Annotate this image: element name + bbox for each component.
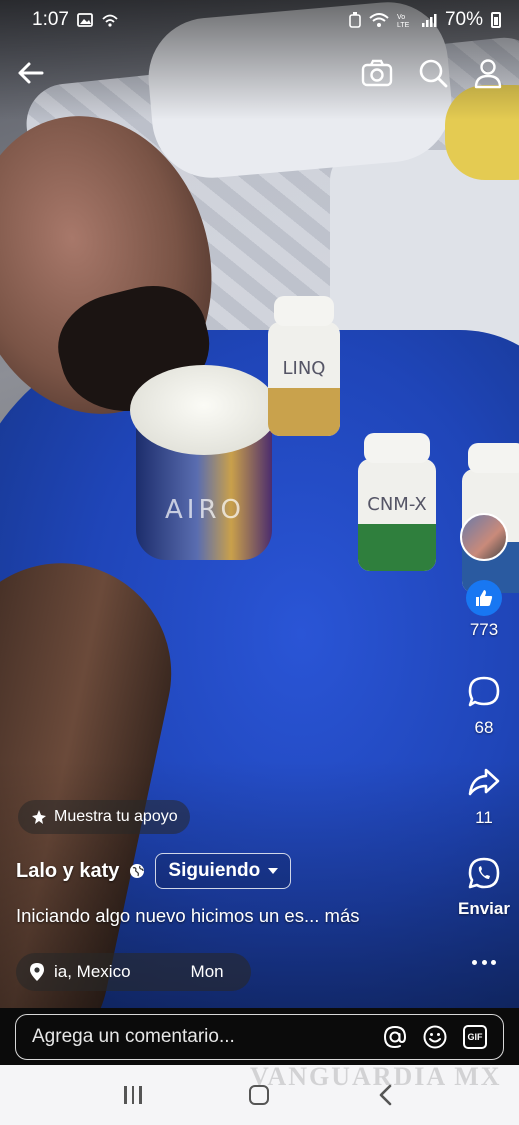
- thumbs-up-icon: [466, 580, 502, 616]
- signal-icon: [421, 14, 437, 27]
- show-support-label: Muestra tu apoyo: [54, 808, 178, 825]
- send-whatsapp-button[interactable]: Enviar: [449, 856, 519, 919]
- product-jar: AIRO: [130, 365, 278, 560]
- caret-down-icon: [268, 868, 279, 874]
- wifi-icon: [369, 13, 389, 27]
- location-tag[interactable]: ia, Mexico Mon: [16, 953, 251, 991]
- mention-icon[interactable]: [381, 1023, 409, 1051]
- product-bottle-cnmx: CNM-X: [358, 433, 436, 571]
- author-avatar[interactable]: [460, 513, 508, 561]
- emoji-icon[interactable]: [421, 1023, 449, 1051]
- comment-box: GIF: [15, 1014, 504, 1060]
- product-label-linq: LINQ: [282, 357, 326, 379]
- search-icon[interactable]: [416, 56, 450, 90]
- more-options-button[interactable]: [466, 950, 502, 974]
- recents-icon: [124, 1086, 142, 1104]
- battery-percent: 70%: [444, 9, 483, 30]
- like-button[interactable]: 773: [449, 580, 519, 640]
- whatsapp-icon: [468, 857, 500, 889]
- top-app-bar: [0, 48, 519, 100]
- send-label: Enviar: [458, 899, 510, 918]
- stars-icon: [32, 810, 46, 824]
- product-label-cnmx: CNM-X: [367, 493, 427, 515]
- more-dots-icon: [472, 959, 477, 965]
- status-time: 1:07: [32, 9, 69, 30]
- watermark: VANGUARDIA MX: [250, 1062, 502, 1091]
- globe-icon: [130, 864, 145, 878]
- following-label: Siguiendo: [168, 860, 261, 881]
- volte-icon: VoLTE: [397, 14, 410, 28]
- profile-icon[interactable]: [471, 56, 505, 90]
- post-caption[interactable]: Iniciando algo nuevo hicimos un es... má…: [16, 905, 359, 927]
- comment-input[interactable]: [32, 1026, 369, 1048]
- gallery-icon: [77, 13, 93, 27]
- caption-text: Iniciando algo nuevo hicimos un es...: [16, 905, 320, 926]
- back-arrow-icon[interactable]: [14, 56, 48, 90]
- svg-text:LTE: LTE: [397, 22, 410, 28]
- comment-button[interactable]: 68: [449, 675, 519, 738]
- svg-text:Vo: Vo: [397, 14, 405, 21]
- alarm-icon: [349, 12, 361, 28]
- following-button[interactable]: Siguiendo: [155, 853, 292, 889]
- wifi-calling-icon: [102, 14, 118, 27]
- location-extra-text: Mon: [190, 962, 224, 981]
- author-name[interactable]: Lalo y katy: [16, 860, 119, 883]
- share-arrow-icon: [468, 768, 500, 796]
- product-label-airo: AIRO: [165, 495, 245, 525]
- comment-count: 68: [474, 718, 494, 737]
- show-support-button[interactable]: Muestra tu apoyo: [18, 800, 190, 834]
- recents-button[interactable]: [113, 1075, 153, 1115]
- like-count: 773: [469, 620, 499, 639]
- caption-more-link[interactable]: más: [325, 905, 360, 926]
- battery-icon: [491, 12, 501, 28]
- camera-icon[interactable]: [360, 56, 394, 90]
- share-button[interactable]: 11: [449, 765, 519, 828]
- gif-icon[interactable]: GIF: [461, 1023, 489, 1051]
- product-bottle-linq: LINQ: [268, 296, 340, 436]
- comment-icon: [468, 676, 500, 707]
- location-text: ia, Mexico: [54, 962, 131, 981]
- status-bar: 1:07 Vo LTE 70%: [0, 0, 519, 40]
- location-pin-icon: [30, 963, 44, 981]
- comment-bar: GIF: [0, 1008, 519, 1065]
- author-row: Lalo y katy Siguiendo: [16, 853, 292, 889]
- share-count: 11: [475, 808, 493, 827]
